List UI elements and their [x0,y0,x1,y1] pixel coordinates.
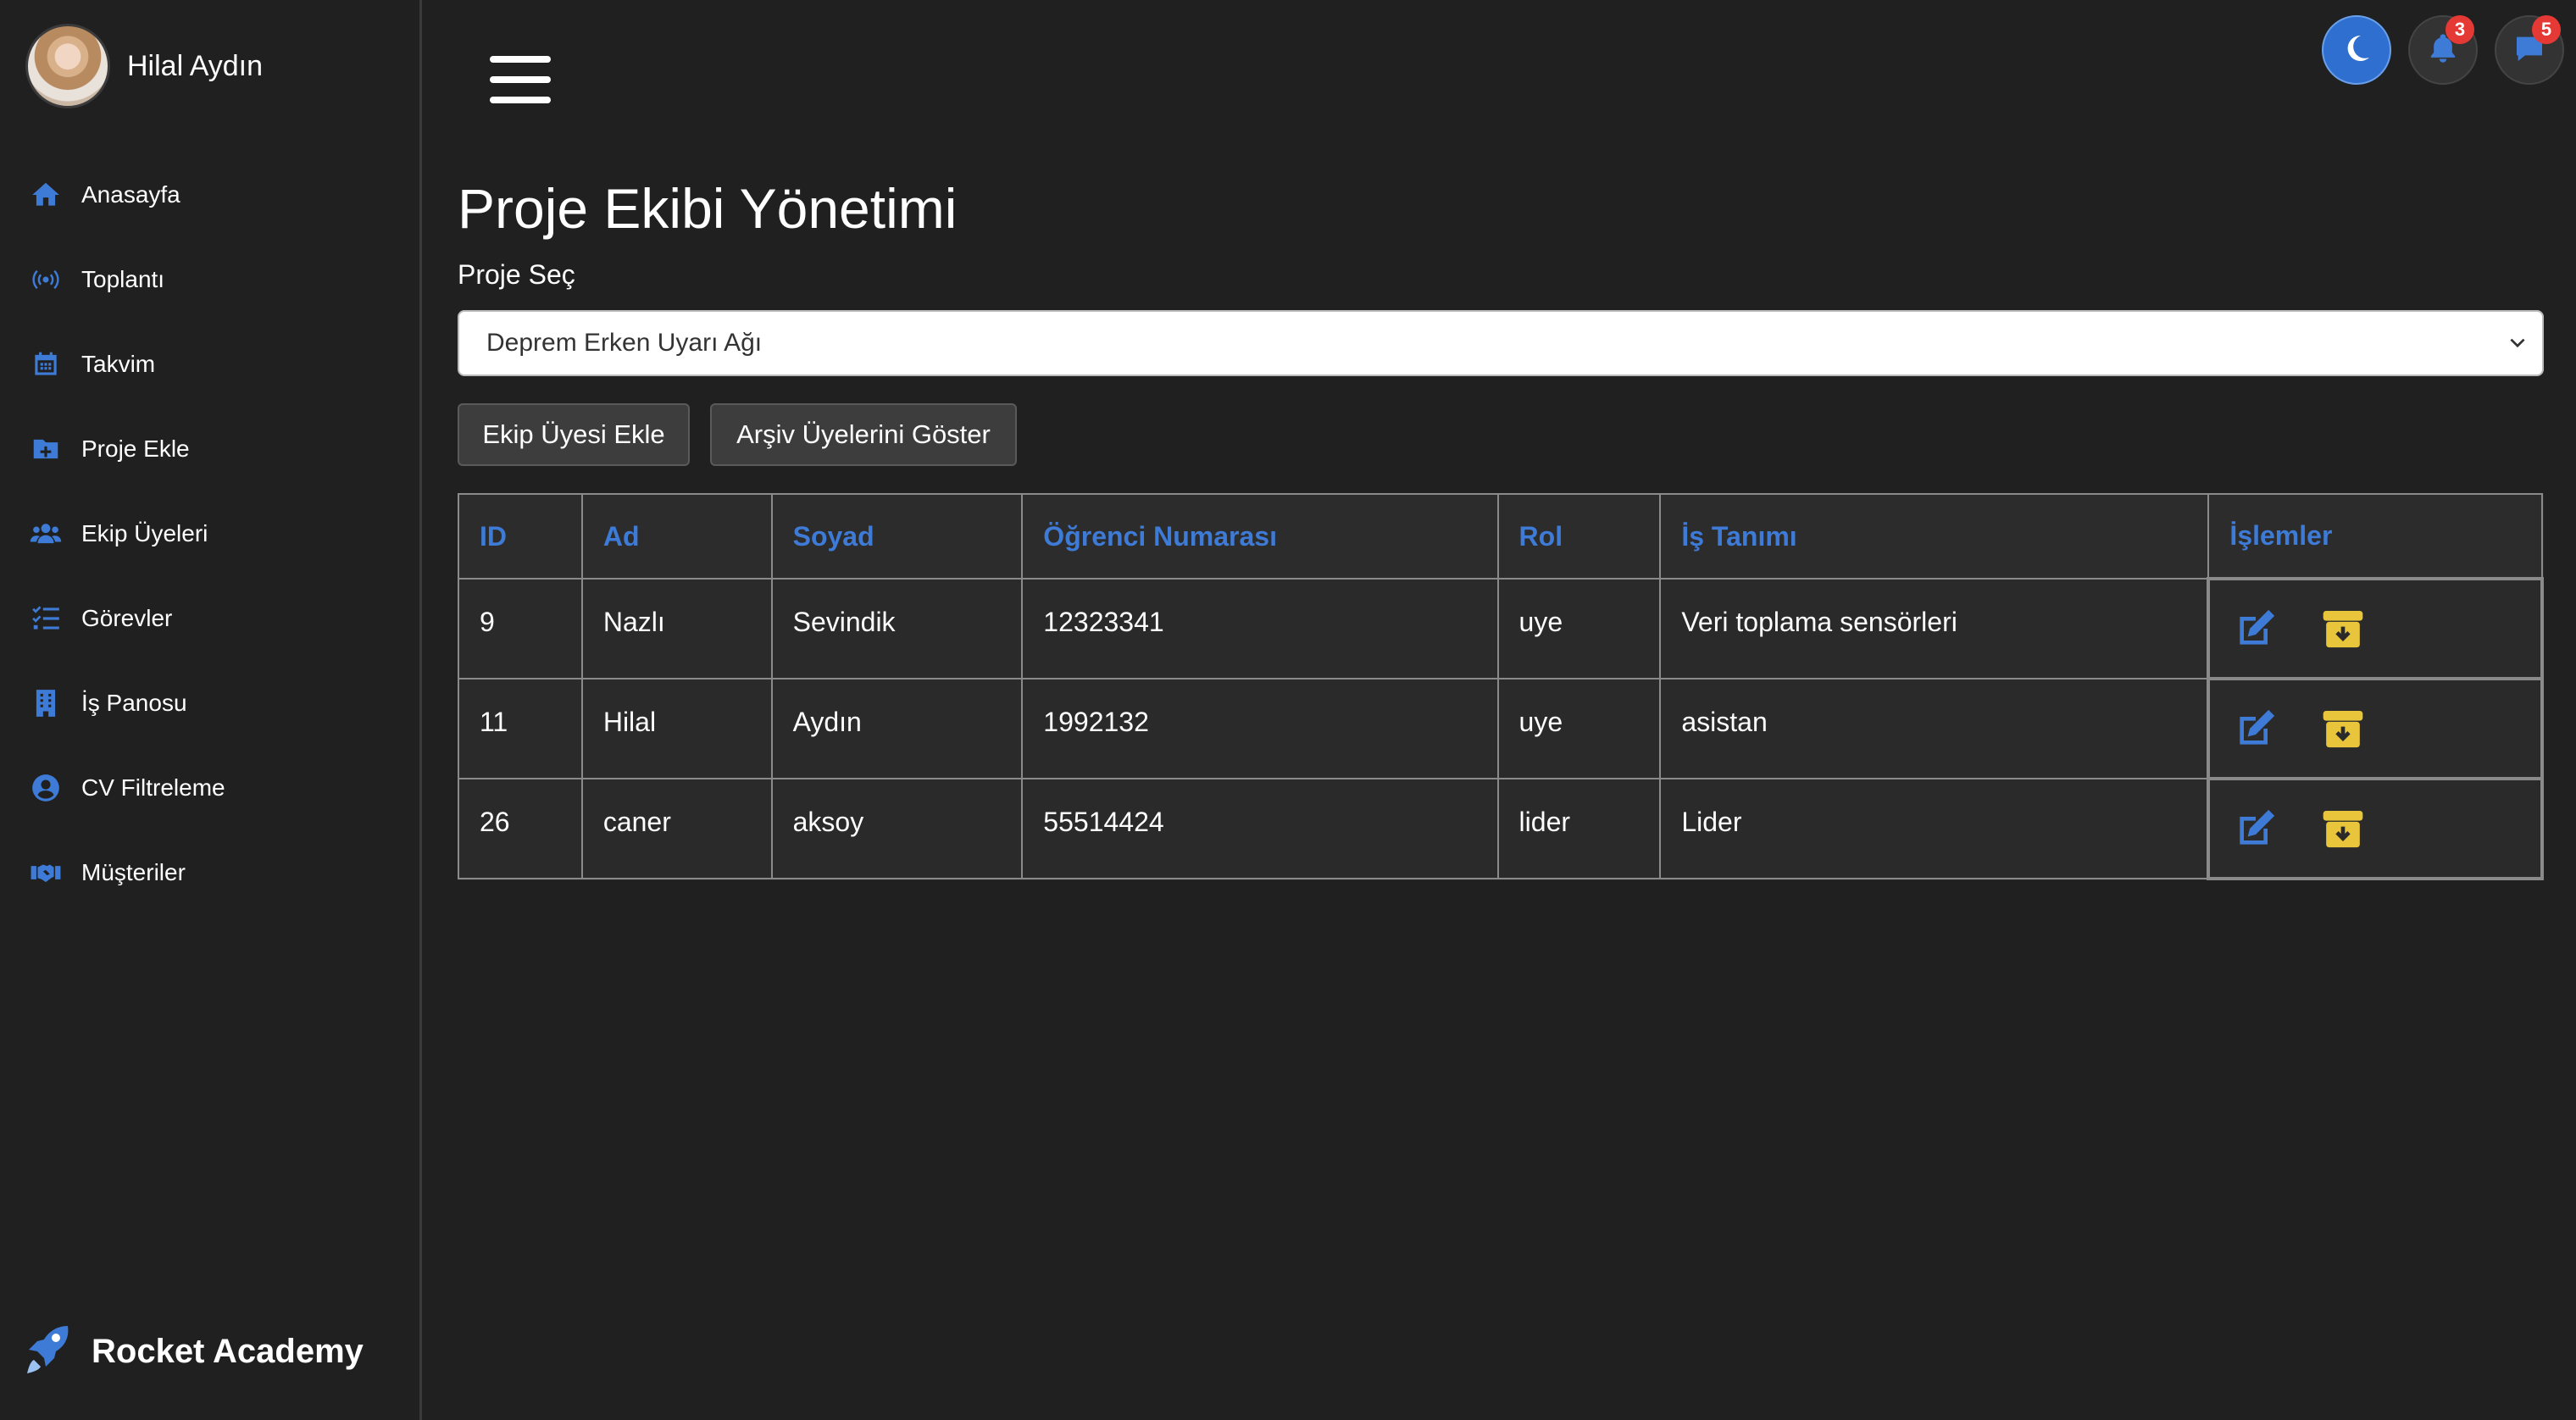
archive-icon [2323,611,2363,648]
cell-rol: uye [1496,678,1662,779]
archive-icon [2323,711,2363,748]
cell-is-tanimi: Lider [1659,778,2210,879]
page-title: Proje Ekibi Yönetimi [458,177,958,240]
archive-button[interactable] [2318,803,2368,854]
table-header-row: ID Ad Soyad Öğrenci Numarası Rol İş Tanı… [458,493,2543,580]
cell-actions [2207,677,2544,780]
cell-is-tanimi: asistan [1659,678,2210,779]
edit-button[interactable] [2230,703,2281,754]
cell-rol: uye [1496,578,1662,679]
handshake-icon [29,856,63,890]
user-profile[interactable]: Hilal Aydın [25,24,263,108]
edit-icon [2240,809,2275,845]
add-member-button[interactable]: Ekip Üyesi Ekle [458,403,690,466]
sidebar-item-label: Ekip Üyeleri [81,520,208,546]
cell-ogrenci-no: 55514424 [1021,778,1499,879]
notifications-button[interactable]: 3 [2408,15,2478,85]
cell-id: 11 [458,678,583,779]
show-archive-button[interactable]: Arşiv Üyelerini Göster [710,403,1017,466]
project-select[interactable]: Deprem Erken Uyarı Ağı [458,310,2544,376]
team-table: ID Ad Soyad Öğrenci Numarası Rol İş Tanı… [458,493,2544,880]
cell-soyad: aksoy [770,778,1024,879]
list-check-icon [29,602,63,635]
sidebar-item-anasayfa[interactable]: Anasayfa [0,153,419,237]
cell-ogrenci-no: 1992132 [1021,678,1499,779]
edit-icon [2240,709,2275,745]
cell-soyad: Sevindik [770,578,1024,679]
moon-icon [2340,31,2373,69]
cell-actions [2207,777,2544,880]
sidebar-item-label: Görevler [81,605,173,631]
sidebar-item-label: Proje Ekle [81,435,190,462]
table-row: 9 Nazlı Sevindik 12323341 uye Veri topla… [458,577,2544,680]
calendar-icon [29,347,63,381]
notifications-badge: 3 [2446,15,2474,44]
sidebar-item-musteriler[interactable]: Müşteriler [0,830,419,915]
cell-rol: lider [1496,778,1662,879]
archive-button[interactable] [2318,703,2368,754]
sidebar-item-proje-ekle[interactable]: Proje Ekle [0,407,419,491]
table-row: 11 Hilal Aydın 1992132 uye asistan [458,677,2544,780]
sidebar-item-label: İş Panosu [81,690,187,716]
sidebar-item-ekip-uyeleri[interactable]: Ekip Üyeleri [0,491,419,576]
folder-plus-icon [29,432,63,466]
sidebar-item-toplanti[interactable]: Toplantı [0,237,419,322]
cell-soyad: Aydın [770,678,1024,779]
sidebar-item-cv-filtreleme[interactable]: CV Filtreleme [0,746,419,830]
sidebar-item-label: Anasayfa [81,181,180,208]
sidebar-item-label: Toplantı [81,266,165,292]
messages-button[interactable]: 5 [2495,15,2564,85]
cell-actions [2207,577,2544,680]
cell-ad: Nazlı [580,578,773,679]
users-icon [29,517,63,551]
rocket-icon [24,1323,71,1381]
menu-toggle-button[interactable] [490,56,551,110]
table-row: 26 caner aksoy 55514424 lider Lider [458,777,2544,880]
avatar[interactable] [25,24,110,108]
edit-icon [2240,609,2275,645]
cell-ogrenci-no: 12323341 [1021,578,1499,679]
column-header-rol[interactable]: Rol [1496,493,1662,580]
cell-ad: caner [580,778,773,879]
project-select-value: Deprem Erken Uyarı Ağı [486,329,763,357]
sidebar-item-is-panosu[interactable]: İş Panosu [0,661,419,746]
brand-name: Rocket Academy [92,1333,364,1370]
archive-button[interactable] [2318,603,2368,654]
column-header-ad[interactable]: Ad [580,493,773,580]
hamburger-icon-bar [490,76,551,83]
user-circle-icon [29,771,63,805]
sidebar-nav: Anasayfa Toplantı Takvim Proje Ekle Ekip… [0,153,419,915]
cell-id: 9 [458,578,583,679]
column-header-soyad[interactable]: Soyad [770,493,1024,580]
hamburger-icon-bar [490,56,551,63]
archive-icon [2323,811,2363,848]
cell-ad: Hilal [580,678,773,779]
brand[interactable]: Rocket Academy [24,1323,364,1381]
building-icon [29,686,63,720]
cell-id: 26 [458,778,583,879]
chevron-down-icon [2507,332,2529,354]
cell-is-tanimi: Veri toplama sensörleri [1659,578,2210,679]
sidebar: Hilal Aydın Anasayfa Toplantı Takvim Pro… [0,0,422,1420]
sidebar-item-takvim[interactable]: Takvim [0,322,419,407]
sidebar-item-label: Takvim [81,351,156,377]
column-header-ogrenci-numarasi[interactable]: Öğrenci Numarası [1021,493,1499,580]
column-header-islemler: İşlemler [2207,493,2543,580]
profile-name: Hilal Aydın [127,49,264,82]
messages-badge: 5 [2532,15,2561,44]
edit-button[interactable] [2230,803,2281,854]
sidebar-item-label: Müşteriler [81,859,186,885]
project-select-label: Proje Seç [458,259,575,290]
column-header-is-tanimi[interactable]: İş Tanımı [1659,493,2210,580]
broadcast-icon [29,263,63,297]
sidebar-item-gorevler[interactable]: Görevler [0,576,419,661]
hamburger-icon-bar [490,97,551,103]
sidebar-item-label: CV Filtreleme [81,774,225,801]
home-icon [29,178,63,212]
column-header-id[interactable]: ID [458,493,583,580]
theme-toggle-button[interactable] [2322,15,2391,85]
edit-button[interactable] [2230,603,2281,654]
